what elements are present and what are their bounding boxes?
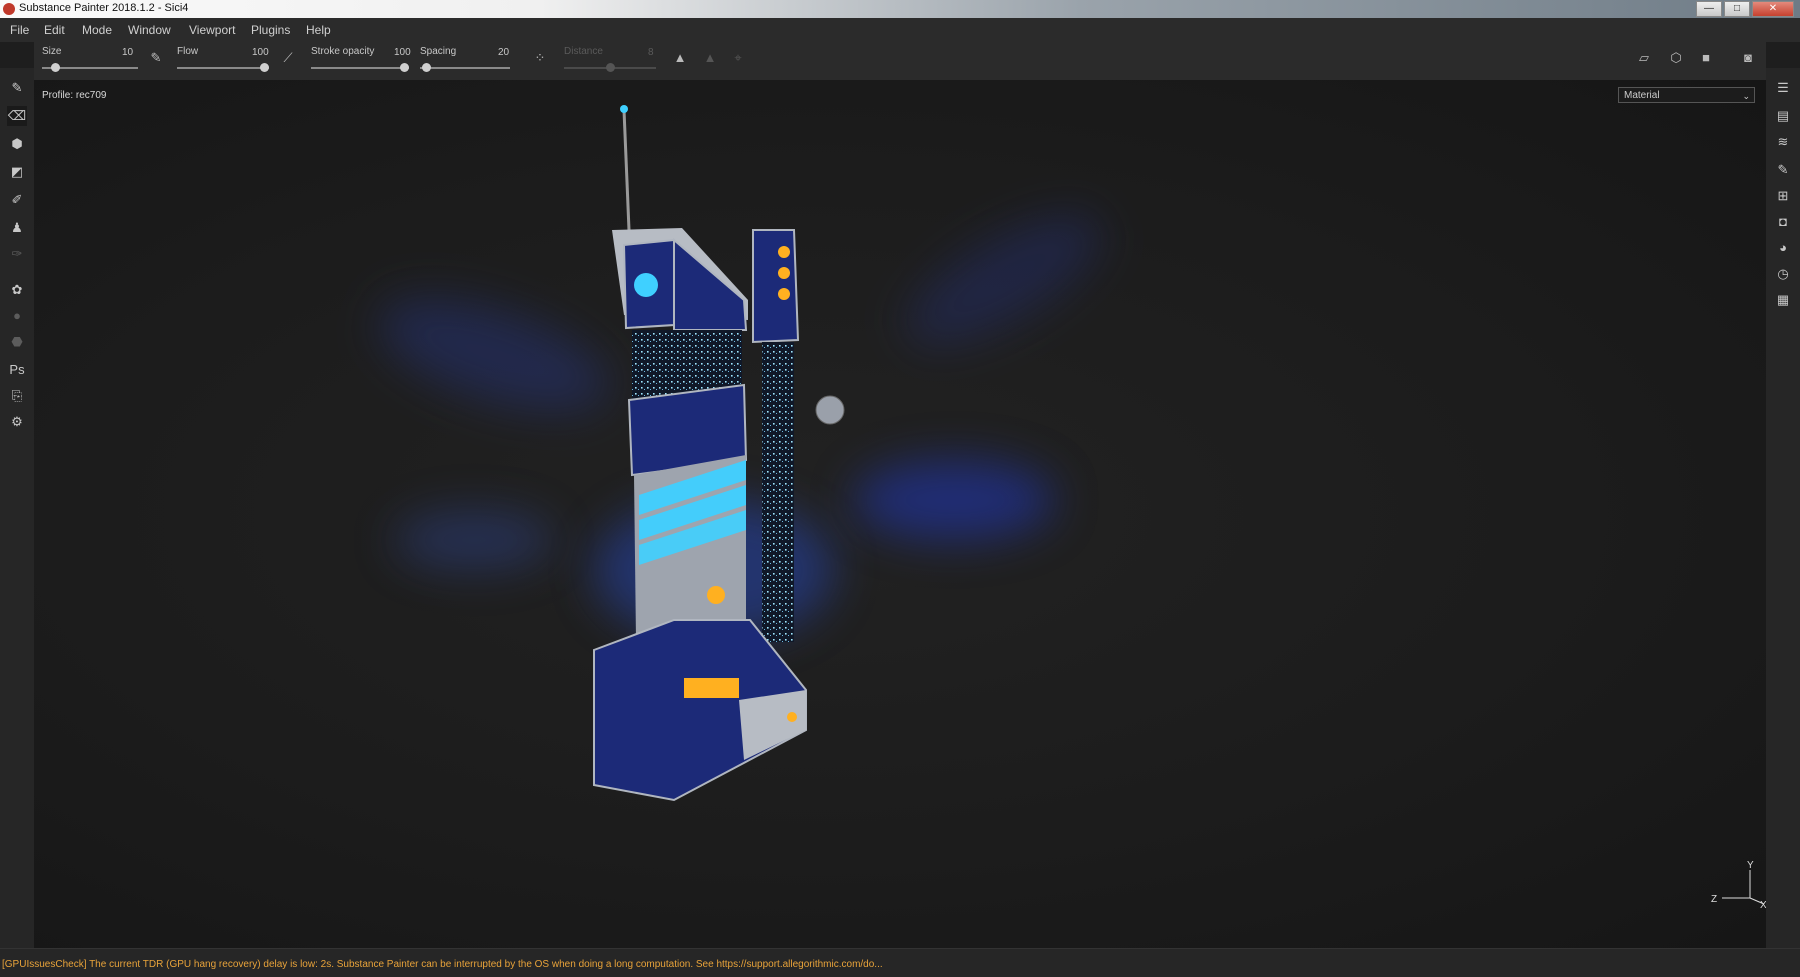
photoshop-icon[interactable]: Ps <box>7 360 27 380</box>
side-data-screen-pattern <box>762 342 794 642</box>
title-bar: Substance Painter 2018.1.2 - Sici4 — □ ✕ <box>0 0 1800 18</box>
size-slider-knob[interactable] <box>50 63 60 72</box>
menu-help[interactable]: Help <box>306 23 331 37</box>
layer-stack-icon[interactable]: ≋ <box>1773 132 1793 152</box>
side-column <box>752 229 800 344</box>
projection-icon[interactable]: ⬢ <box>7 134 27 154</box>
size-value[interactable]: 10 <box>122 47 133 58</box>
symmetry-mirror-icon[interactable]: ▲ <box>702 50 718 66</box>
amber-light <box>778 246 790 258</box>
paint-brush-icon[interactable]: ✎ <box>7 78 27 98</box>
stroke-opacity-slider-knob[interactable] <box>400 63 409 72</box>
shelf-icon[interactable]: ⬣ <box>7 332 27 352</box>
antenna <box>622 109 631 231</box>
bake-icon[interactable]: ✿ <box>7 280 27 300</box>
amber-light <box>707 586 725 604</box>
maximize-button[interactable]: □ <box>1724 1 1750 17</box>
size-label: Size <box>42 46 62 57</box>
flow-value[interactable]: 100 <box>252 47 269 58</box>
menu-viewport[interactable]: Viewport <box>189 23 235 37</box>
tower-model <box>593 105 845 802</box>
bell-icon[interactable]: ● <box>7 306 27 326</box>
chevron-down-icon: ⌄ <box>1742 91 1750 101</box>
properties-icon[interactable]: ✎ <box>1773 160 1793 180</box>
spacing-slider-knob[interactable] <box>421 63 431 72</box>
window-controls: — □ ✕ <box>1696 1 1794 17</box>
viewport-3d[interactable]: Profile: rec709 Material ⌄ Y Z X <box>34 80 1766 948</box>
menu-window[interactable]: Window <box>128 23 171 37</box>
light-gizmo-icon[interactable] <box>815 395 845 425</box>
channel-select-value: Material <box>1624 90 1660 101</box>
viewport-2d-icon[interactable]: ▱ <box>1636 50 1652 66</box>
clone-stamp-icon[interactable]: ♟ <box>7 218 27 238</box>
symmetry-icon[interactable]: ▲ <box>672 50 688 66</box>
distance-value: 8 <box>648 47 654 58</box>
cyan-light <box>634 273 658 297</box>
status-bar: [GPUIssuesCheck] The current TDR (GPU ha… <box>0 948 1800 977</box>
menu-file[interactable]: File <box>10 23 29 37</box>
smudge-icon[interactable]: ✐ <box>7 190 27 210</box>
history-icon[interactable]: ◷ <box>1773 264 1793 284</box>
screenshot-icon[interactable]: ◙ <box>1740 50 1756 66</box>
menu-edit[interactable]: Edit <box>44 23 65 37</box>
channel-select[interactable]: Material ⌄ <box>1618 87 1755 103</box>
antenna-light <box>620 105 628 113</box>
size-slider[interactable] <box>42 63 138 72</box>
eraser-icon[interactable]: ⌫ <box>7 106 27 126</box>
hull-panel <box>673 237 748 331</box>
distance-slider-knob <box>605 63 615 72</box>
orange-vent-light <box>684 678 739 698</box>
spacing-value[interactable]: 20 <box>498 47 509 58</box>
amber-light <box>778 267 790 279</box>
right-panel-tabs: ☰ ▤ ≋ ✎ ⊞ ◘ ◕ ◷ ▦ <box>1766 68 1800 948</box>
lazy-mouse-icon[interactable]: ⁘ <box>532 50 548 66</box>
uv-grid-icon[interactable]: ⊞ <box>1773 186 1793 206</box>
left-toolbar: ✎ ⌫ ⬢ ◩ ✐ ♟ ✑ ✿ ● ⬣ Ps ⎘ ⚙ <box>0 68 34 948</box>
axis-x-label: X <box>1760 900 1766 908</box>
distance-slider <box>564 63 656 72</box>
flow-slider[interactable] <box>177 63 269 72</box>
base-plate <box>739 690 806 760</box>
spacing-label: Spacing <box>420 46 457 57</box>
brush-size-pen-icon[interactable]: ✎ <box>148 50 164 66</box>
menu-plugins[interactable]: Plugins <box>251 23 290 37</box>
camera-icon[interactable]: ■ <box>1698 50 1714 66</box>
amber-light <box>778 288 790 300</box>
stroke-opacity-value[interactable]: 100 <box>394 47 411 58</box>
display-settings-icon[interactable]: ◘ <box>1773 212 1793 232</box>
menu-bar: File Edit Mode Window Viewport Plugins H… <box>0 18 1800 42</box>
window-title: Substance Painter 2018.1.2 - Sici4 <box>19 2 189 14</box>
color-profile-label: Profile: rec709 <box>42 90 107 101</box>
symmetry-settings-icon[interactable]: ⌖ <box>730 50 746 66</box>
stroke-opacity-label: Stroke opacity <box>311 46 375 57</box>
close-button[interactable]: ✕ <box>1752 1 1794 17</box>
spacing-slider[interactable] <box>420 63 510 72</box>
log-icon[interactable]: ▦ <box>1773 290 1793 310</box>
axis-z-label: Z <box>1711 894 1717 905</box>
shader-settings-icon[interactable]: ◕ <box>1773 238 1793 258</box>
minimize-button[interactable]: — <box>1696 1 1722 17</box>
geometry-mask-icon[interactable]: ◩ <box>7 162 27 182</box>
stroke-opacity-slider[interactable] <box>311 63 409 72</box>
settings-icon[interactable]: ⚙ <box>7 412 27 432</box>
amber-light <box>787 712 797 722</box>
distance-label: Distance <box>564 46 603 57</box>
color-picker-icon[interactable]: ✑ <box>7 244 27 264</box>
menu-mode[interactable]: Mode <box>82 23 112 37</box>
axis-gizmo: Y Z X <box>1711 860 1766 908</box>
status-message[interactable]: [GPUIssuesCheck] The current TDR (GPU ha… <box>2 959 883 970</box>
flow-label: Flow <box>177 46 199 57</box>
tool-properties-bar: Size 10 ✎ Flow 100 ⟋ Stroke opacity 100 … <box>34 42 1766 80</box>
texture-set-icon[interactable]: ▤ <box>1773 106 1793 126</box>
viewport-3d-icon[interactable]: ⬡ <box>1668 50 1684 66</box>
layers-panel-icon[interactable]: ☰ <box>1773 78 1793 98</box>
app-icon <box>3 3 15 15</box>
flow-slider-knob[interactable] <box>260 63 269 72</box>
axis-y-label: Y <box>1747 860 1754 871</box>
export-icon[interactable]: ⎘ <box>7 386 27 406</box>
flow-pen-icon[interactable]: ⟋ <box>280 50 296 66</box>
